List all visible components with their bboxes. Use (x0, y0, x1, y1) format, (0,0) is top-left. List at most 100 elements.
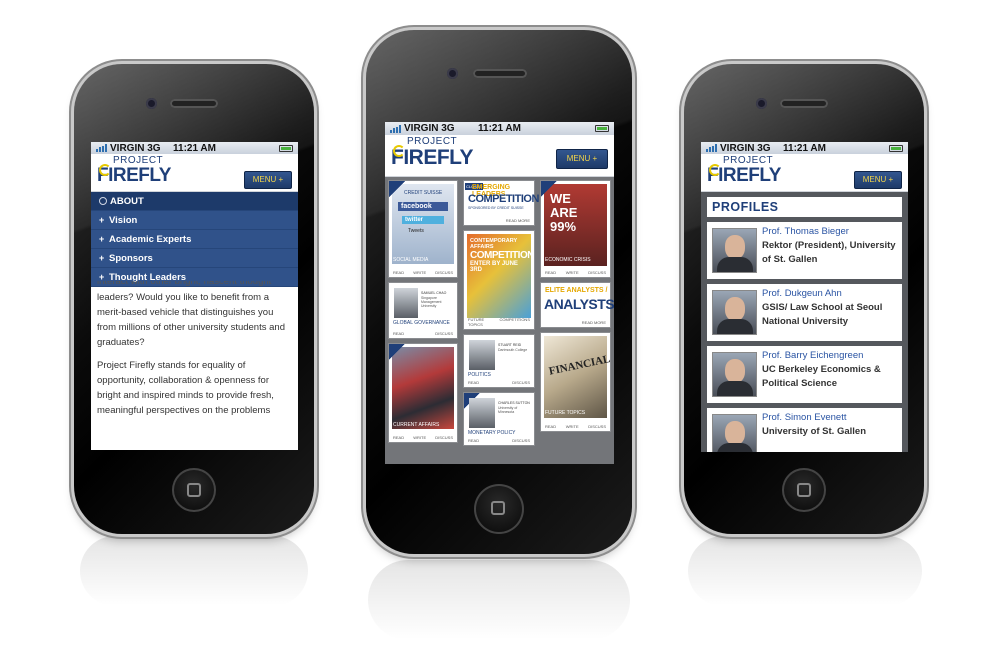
partial-line: interact with other bright, nascent thou… (97, 281, 272, 287)
screen-about: VIRGIN 3G 11:21 AM PROJECT FIREFLY MENU … (91, 142, 298, 450)
tile-contemporary-affairs[interactable]: CONTEMPORARY AFFAIRS COMPETITION ENTER B… (463, 230, 535, 330)
nav-item-vision[interactable]: + Vision (91, 211, 298, 230)
nav-item-about[interactable]: ABOUT (91, 192, 298, 211)
nav-menu: ABOUT + Vision + Academic Experts + Sponsor… (91, 192, 298, 287)
screen-grid: VIRGIN 3G 11:21 AM PROJECT FIREFLY MENU … (385, 122, 614, 464)
earpiece (473, 69, 527, 78)
read-link[interactable]: READ (393, 435, 404, 440)
menu-button[interactable]: MENU + (244, 171, 292, 189)
battery-icon (279, 144, 293, 152)
discuss-link[interactable]: DISCUSS (512, 438, 530, 443)
status-bar: VIRGIN 3G 11:21 AM (385, 122, 614, 135)
phone-profiles: VIRGIN 3G 11:21 AM PROJECT FIREFLY MENU … (684, 64, 924, 534)
ribbon-icon (541, 181, 557, 197)
discuss-link[interactable]: DISCUSS (435, 435, 453, 440)
home-square-icon (491, 501, 505, 515)
read-link[interactable]: READ (545, 424, 556, 429)
read-link[interactable]: READ (468, 380, 479, 385)
earpiece (170, 99, 218, 108)
project-firefly-logo[interactable]: PROJECT FIREFLY (97, 156, 171, 186)
firefly-swoosh-icon (99, 164, 111, 176)
read-link[interactable]: READ (545, 270, 556, 275)
profile-role: UC Berkeley Economics & Political Scienc… (762, 364, 881, 389)
phone1-reflection (80, 536, 308, 606)
discuss-link[interactable]: DISCUSS (435, 331, 453, 336)
future-topics-tag[interactable]: FUTURE TOPICS (468, 317, 500, 327)
about-text: interact with other bright, nascent thou… (91, 279, 298, 428)
profile-name[interactable]: Prof. Thomas Bieger (762, 226, 849, 237)
profile-card[interactable]: Prof. Thomas Bieger Rektor (President), … (707, 222, 902, 279)
profile-card[interactable]: Prof. Simon Evenett University of St. Ga… (707, 408, 902, 452)
menu-button[interactable]: MENU + (556, 149, 608, 169)
home-square-icon (187, 483, 201, 497)
plus-icon: + (99, 215, 105, 225)
plus-icon: + (99, 234, 105, 244)
write-link[interactable]: WRITE (566, 424, 579, 429)
profile-name[interactable]: Prof. Barry Eichengreen (762, 350, 863, 361)
profiles-heading: PROFILES (707, 197, 902, 217)
tile-actions: READ DISCUSS (393, 331, 453, 336)
project-firefly-logo[interactable]: PROJECT FIREFLY (707, 156, 781, 186)
ribbon-icon (389, 181, 405, 197)
nav-item-sponsors[interactable]: + Sponsors (91, 249, 298, 268)
plus-icon: + (99, 253, 105, 263)
showcase-stage: VIRGIN 3G 11:21 AM PROJECT FIREFLY MENU … (0, 0, 1000, 648)
home-button[interactable] (782, 468, 826, 512)
discuss-link[interactable]: DISCUSS (435, 270, 453, 275)
tile-elite-analysts[interactable]: ELITE ANALYSTS / ANALYSTS READ MORE (540, 282, 614, 328)
nav-item-academic-experts[interactable]: + Academic Experts (91, 230, 298, 249)
tile-social-media[interactable]: CREDIT SUISSE facebook twitter Tweets SO… (388, 180, 458, 278)
contemporary-image: CONTEMPORARY AFFAIRS COMPETITION ENTER B… (467, 234, 534, 318)
read-link[interactable]: READ (393, 270, 404, 275)
read-more-link[interactable]: READ MORE (582, 320, 606, 325)
profile-card[interactable]: Prof. Dukgeun Ahn GSIS/ Law School at Se… (707, 284, 902, 341)
discuss-link[interactable]: DISCUSS (588, 270, 606, 275)
write-link[interactable]: WRITE (566, 270, 579, 275)
screen-profiles: VIRGIN 3G 11:21 AM PROJECT FIREFLY MENU … (701, 142, 908, 452)
tile-future-topics[interactable]: FINANCIAL FUTURE TOPICS READ WRITE DISCUSS (540, 332, 611, 432)
profile-role: GSIS/ Law School at Seoul National Unive… (762, 302, 883, 327)
discuss-link[interactable]: DISCUSS (512, 380, 530, 385)
topic-grid: CREDIT SUISSE facebook twitter Tweets SO… (385, 177, 614, 464)
person-photo (394, 288, 418, 318)
profile-role: University of St. Gallen (762, 426, 866, 437)
profile-name[interactable]: Prof. Simon Evenett (762, 412, 846, 423)
phone2-reflection (368, 560, 630, 640)
tile-current-affairs[interactable]: CURRENT AFFAIRS READ WRITE DISCUSS (388, 343, 458, 443)
tile-economic-crisis[interactable]: WE ARE 99% ECONOMIC CRISIS READ WRITE DISC… (540, 180, 611, 278)
tile-actions: READ WRITE DISCUSS (545, 424, 606, 429)
profile-role: Rektor (President), University of St. Ga… (762, 240, 896, 265)
paragraph-2: Project Firefly stands for equality of o… (97, 360, 274, 416)
project-firefly-logo[interactable]: PROJECT FIREFLY (391, 137, 474, 169)
battery-icon (595, 125, 609, 132)
tile-monetary-policy[interactable]: CHARLES SUTTON University of Minnesota M… (463, 392, 535, 446)
clock: 11:21 AM (478, 123, 521, 134)
read-link[interactable]: READ (393, 331, 404, 336)
person-photo (469, 398, 495, 428)
read-link[interactable]: READ (468, 438, 479, 443)
tile-politics[interactable]: STUART REID Dartmouth College POLITICS R… (463, 334, 535, 388)
discuss-link[interactable]: DISCUSS (588, 424, 606, 429)
battery-icon (889, 144, 903, 152)
tile-emerging-leaders[interactable]: CLOSED EMERGING LEADERS COMPETITION SPON… (463, 180, 539, 226)
profile-name[interactable]: Prof. Dukgeun Ahn (762, 288, 842, 299)
clock: 11:21 AM (173, 142, 216, 154)
front-camera (146, 98, 157, 109)
write-link[interactable]: WRITE (413, 270, 426, 275)
paragraph-1: leaders? Would you like to benefit from … (97, 292, 285, 348)
home-button[interactable] (172, 468, 216, 512)
read-more-link[interactable]: READ MORE (506, 218, 530, 223)
tile-caption: SOCIAL MEDIA (393, 257, 429, 263)
tile-actions: READ DISCUSS (468, 438, 530, 443)
profile-card[interactable]: Prof. Barry Eichengreen UC Berkeley Econ… (707, 346, 902, 403)
home-button[interactable] (474, 484, 524, 534)
profile-photo (712, 290, 757, 335)
person-photo (469, 340, 495, 370)
menu-button[interactable]: MENU + (854, 171, 902, 189)
tile-global-governance[interactable]: SAMUEL CHAO Singapore Management Univers… (388, 282, 458, 339)
competitions-tag[interactable]: COMPETITIONS (500, 317, 530, 327)
profiles-section: PROFILES Prof. Thomas Bieger Rektor (Pre… (701, 192, 908, 452)
tile-caption: CURRENT AFFAIRS (393, 422, 440, 428)
firefly-swoosh-icon (709, 164, 721, 176)
write-link[interactable]: WRITE (413, 435, 426, 440)
